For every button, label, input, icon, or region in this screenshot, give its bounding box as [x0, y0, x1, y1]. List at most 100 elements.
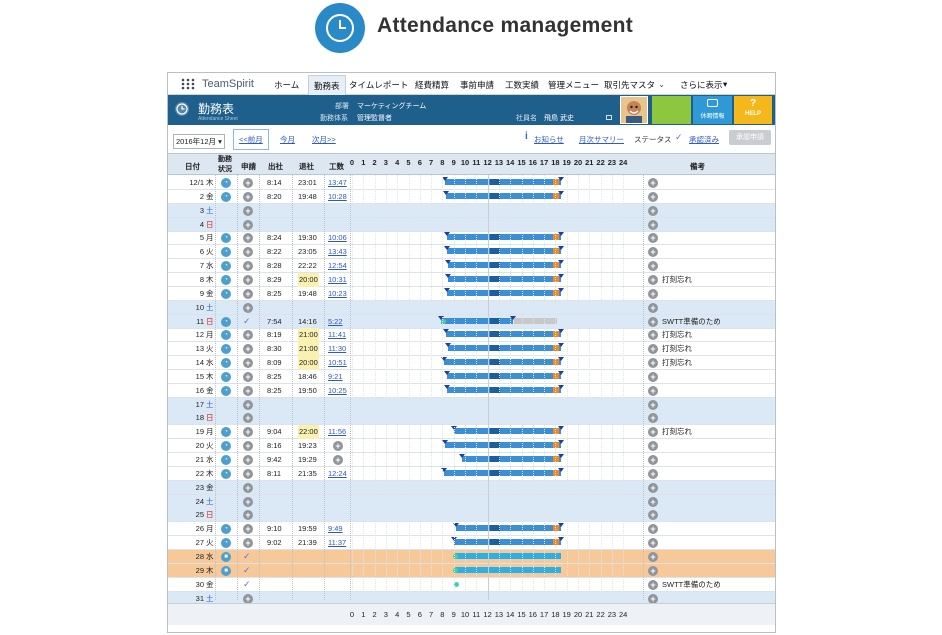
work-status-icon[interactable]: ◔	[221, 288, 231, 299]
app-grid-icon[interactable]	[181, 78, 195, 92]
add-request-icon[interactable]: +	[243, 191, 253, 202]
add-request-icon[interactable]: +	[243, 247, 253, 258]
add-hours-icon[interactable]: +	[333, 455, 343, 465]
status-value[interactable]: 承認済み	[689, 134, 719, 145]
man-hours-link[interactable]: 13:47	[328, 176, 347, 189]
add-request-icon[interactable]: +	[243, 358, 253, 369]
work-status-icon[interactable]: ◔	[221, 468, 231, 479]
add-request-icon[interactable]: +	[243, 441, 253, 452]
man-hours-link[interactable]: 5:22	[328, 315, 343, 328]
add-remark-icon[interactable]: +	[648, 358, 658, 369]
nav-tab-man-hours[interactable]: 工数実績	[505, 79, 539, 91]
add-request-icon[interactable]: +	[243, 261, 253, 272]
work-status-icon[interactable]: ◔	[221, 538, 231, 549]
add-remark-icon[interactable]: +	[648, 371, 658, 382]
add-request-icon[interactable]: +	[243, 302, 253, 313]
add-remark-icon[interactable]: +	[648, 538, 658, 549]
add-remark-icon[interactable]: +	[648, 344, 658, 355]
add-request-icon[interactable]: +	[243, 344, 253, 355]
nav-tab-pre-request[interactable]: 事前申請	[460, 79, 494, 91]
man-hours-link[interactable]: 11:56	[328, 425, 346, 438]
add-remark-icon[interactable]: +	[648, 316, 658, 327]
work-status-icon[interactable]: ■	[221, 551, 231, 562]
add-request-icon[interactable]: +	[243, 205, 253, 216]
man-hours-link[interactable]: 11:30	[328, 342, 346, 355]
add-remark-icon[interactable]: +	[648, 524, 658, 535]
add-remark-icon[interactable]: +	[648, 233, 658, 244]
add-request-icon[interactable]: +	[243, 288, 253, 299]
man-hours-link[interactable]: 10:28	[328, 190, 347, 203]
notice-link[interactable]: お知らせ	[534, 134, 564, 145]
add-remark-icon[interactable]: +	[648, 302, 658, 313]
work-status-icon[interactable]: ◔	[221, 358, 231, 369]
add-request-icon[interactable]: +	[243, 538, 253, 549]
work-status-icon[interactable]: ◔	[221, 371, 231, 382]
status-tile[interactable]	[652, 96, 691, 124]
add-remark-icon[interactable]: +	[648, 385, 658, 396]
add-remark-icon[interactable]: +	[648, 593, 658, 604]
monthly-summary-link[interactable]: 月次サマリー	[579, 134, 624, 145]
add-request-icon[interactable]: +	[243, 496, 253, 507]
add-remark-icon[interactable]: +	[648, 468, 658, 479]
add-request-icon[interactable]: +	[243, 524, 253, 535]
add-request-icon[interactable]: +	[243, 427, 253, 438]
work-status-icon[interactable]: ◔	[221, 427, 231, 438]
man-hours-link[interactable]: 9:49	[328, 522, 343, 535]
nav-tab-admin[interactable]: 管理メニュー	[548, 79, 599, 91]
nav-tab-time-report[interactable]: タイムレポート	[349, 79, 408, 91]
nav-tab-more[interactable]: さらに表示	[680, 79, 723, 91]
work-status-icon[interactable]: ◔	[221, 191, 231, 202]
add-request-icon[interactable]: +	[243, 385, 253, 396]
check-icon[interactable]: ✓	[243, 579, 251, 590]
add-request-icon[interactable]: +	[243, 593, 253, 604]
add-request-icon[interactable]: +	[243, 482, 253, 493]
chevron-down-icon[interactable]: ⌄	[658, 79, 665, 90]
man-hours-link[interactable]: 9:21	[328, 370, 343, 383]
add-remark-icon[interactable]: +	[648, 205, 658, 216]
add-request-icon[interactable]: +	[243, 219, 253, 230]
nav-tab-home[interactable]: ホーム	[274, 79, 299, 91]
nav-tab-clients[interactable]: 取引先マスタ	[604, 79, 655, 91]
add-remark-icon[interactable]: +	[648, 455, 658, 465]
man-hours-link[interactable]: 12:24	[328, 467, 347, 480]
check-icon[interactable]: ✓	[243, 316, 251, 327]
add-request-icon[interactable]: +	[243, 178, 253, 188]
nav-tab-expense[interactable]: 経費精算	[415, 79, 449, 91]
add-remark-icon[interactable]: +	[648, 482, 658, 493]
work-status-icon[interactable]: ◔	[221, 178, 231, 188]
add-request-icon[interactable]: +	[243, 330, 253, 341]
edit-icon[interactable]	[606, 115, 612, 120]
work-status-icon[interactable]: ◔	[221, 441, 231, 452]
add-remark-icon[interactable]: +	[648, 510, 658, 521]
add-remark-icon[interactable]: +	[648, 330, 658, 341]
help-button[interactable]: ? HELP	[734, 96, 772, 124]
add-request-icon[interactable]: +	[243, 371, 253, 382]
man-hours-link[interactable]: 10:51	[328, 356, 347, 369]
add-request-icon[interactable]: +	[243, 399, 253, 410]
nav-tab-attendance[interactable]: 勤務表	[308, 75, 346, 95]
check-icon[interactable]: ✓	[243, 551, 251, 562]
add-remark-icon[interactable]: +	[648, 178, 658, 188]
add-remark-icon[interactable]: +	[648, 261, 658, 272]
add-remark-icon[interactable]: +	[648, 496, 658, 507]
work-status-icon[interactable]: ◔	[221, 385, 231, 396]
add-remark-icon[interactable]: +	[648, 413, 658, 424]
month-select[interactable]: 2016年12月 ▾	[173, 134, 225, 149]
work-status-icon[interactable]: ◔	[221, 455, 231, 465]
man-hours-link[interactable]: 12:54	[328, 259, 347, 272]
add-request-icon[interactable]: +	[243, 413, 253, 424]
check-icon[interactable]: ✓	[243, 565, 251, 576]
man-hours-link[interactable]: 11:41	[328, 328, 346, 341]
vacation-info-button[interactable]: 休暇情報	[693, 96, 732, 124]
add-request-icon[interactable]: +	[243, 274, 253, 285]
chevron-down-icon[interactable]: ▾	[723, 79, 727, 90]
add-remark-icon[interactable]: +	[648, 288, 658, 299]
man-hours-link[interactable]: 13:43	[328, 245, 347, 258]
add-remark-icon[interactable]: +	[648, 565, 658, 576]
add-remark-icon[interactable]: +	[648, 441, 658, 452]
add-remark-icon[interactable]: +	[648, 219, 658, 230]
add-remark-icon[interactable]: +	[648, 274, 658, 285]
add-request-icon[interactable]: +	[243, 233, 253, 244]
work-status-icon[interactable]: ◔	[221, 233, 231, 244]
work-status-icon[interactable]: ■	[221, 565, 231, 576]
